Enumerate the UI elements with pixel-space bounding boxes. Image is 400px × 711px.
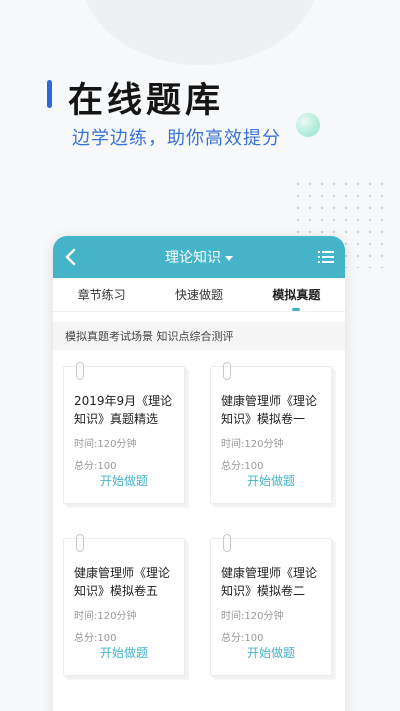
paper-time: 时间:120分钟 [221,611,284,622]
paper-card[interactable]: 健康管理师《理论知识》模拟卷二 时间:120分钟 总分:100 开始做题 [210,534,335,676]
paper-grid: 2019年9月《理论知识》真题精选 时间:120分钟 总分:100 开始做题 健… [53,350,345,676]
paper-time: 时间:120分钟 [74,611,137,622]
chevron-left-icon[interactable] [59,245,83,269]
list-menu-icon[interactable] [317,248,335,266]
background-circle [80,0,320,65]
section-heading: 模拟真题考试场景 知识点综合测评 [53,322,345,350]
caret-down-icon [225,255,233,261]
paper-time: 时间:120分钟 [221,439,284,450]
start-practice-button[interactable]: 开始做题 [211,644,331,661]
paperclip-icon [76,362,84,380]
paper-time: 时间:120分钟 [74,439,137,450]
hero-accent-bar [47,80,52,108]
app-header: 理论知识 [53,236,345,278]
decorative-dot [296,113,320,137]
tab-label: 快速做题 [174,288,223,302]
paper-title: 健康管理师《理论知识》模拟卷五 [74,566,171,598]
paper-title: 健康管理师《理论知识》模拟卷二 [221,566,318,598]
paperclip-icon [223,362,231,380]
paper-title: 2019年9月《理论知识》真题精选 [74,394,173,426]
paperclip-icon [76,534,84,552]
start-practice-button[interactable]: 开始做题 [64,644,184,661]
tab-label: 模拟真题 [272,288,321,302]
hero-title: 在线题库 [68,81,225,121]
hero-subtitle: 边学边练，助你高效提分 [72,128,281,149]
paper-card[interactable]: 2019年9月《理论知识》真题精选 时间:120分钟 总分:100 开始做题 [63,362,188,504]
tab-quick-practice[interactable]: 快速做题 [150,278,247,311]
paper-card[interactable]: 健康管理师《理论知识》模拟卷五 时间:120分钟 总分:100 开始做题 [63,534,188,676]
active-tab-indicator [292,308,301,311]
phone-screen: 理论知识 章节练习 快速做题 模拟真题 模拟真题考试场景 知识点综合测评 201… [53,236,345,711]
paperclip-icon [223,534,231,552]
paper-title: 健康管理师《理论知识》模拟卷一 [221,394,318,426]
paper-card[interactable]: 健康管理师《理论知识》模拟卷一 时间:120分钟 总分:100 开始做题 [210,362,335,504]
start-practice-button[interactable]: 开始做题 [211,472,331,489]
tab-label: 章节练习 [77,288,126,302]
tab-mock-exams[interactable]: 模拟真题 [248,278,345,311]
start-practice-button[interactable]: 开始做题 [64,472,184,489]
header-title: 理论知识 [165,250,221,266]
tab-chapter-practice[interactable]: 章节练习 [53,278,150,311]
tab-bar: 章节练习 快速做题 模拟真题 [53,278,345,312]
subject-selector[interactable]: 理论知识 [165,247,233,267]
